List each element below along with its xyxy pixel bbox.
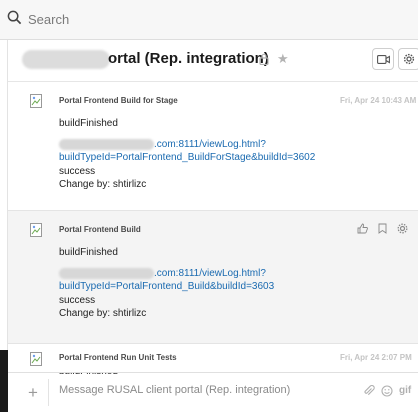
message-sender[interactable]: Portal Frontend Run Unit Tests [59,353,177,362]
message-item: Portal Frontend Build for Stage Fri, Apr… [8,82,418,210]
broken-image-icon [30,352,42,366]
redacted-region [22,50,110,69]
message-composer: buildFinished + gif [8,372,418,412]
star-icon[interactable]: ★ [277,51,289,67]
build-link[interactable]: .com:8111/viewLog.html? [154,139,266,150]
change-author: Change by: shtirlizc [59,179,147,190]
change-author: Change by: shtirlizc [59,308,147,319]
message-event: buildFinished [59,118,118,129]
broken-image-icon [30,94,42,108]
add-attachment-button[interactable]: + [28,384,38,401]
bookmark-icon[interactable] [377,223,388,234]
sidebar-edge-dark [0,350,8,412]
gif-button[interactable]: gif [399,385,411,396]
build-link[interactable]: .com:8111/viewLog.html? [154,268,266,279]
message-input[interactable] [59,384,329,396]
gear-icon [403,53,415,65]
channel-title[interactable]: ortal (Rep. integration) [108,50,269,67]
redacted-region [59,139,154,150]
message-list: Portal Frontend Build for Stage Fri, Apr… [8,82,418,372]
message-event: buildFinished [59,247,118,258]
divider [48,379,49,406]
chat-header: ortal (Rep. integration) ★ [8,40,418,82]
more-icon[interactable] [397,223,408,234]
message-actions [357,223,408,234]
build-status: success [59,166,96,177]
redacted-region [59,268,154,279]
message-sender[interactable]: Portal Frontend Build [59,225,141,234]
broken-image-icon [30,223,42,237]
settings-button[interactable] [398,48,418,70]
emoji-icon[interactable] [381,385,393,397]
build-link[interactable]: buildTypeId=PortalFrontend_BuildForStage… [59,152,315,163]
message-timestamp[interactable]: Fri, Apr 24 10:43 AM [340,96,416,105]
lock-icon [259,53,269,65]
message-item: Portal Frontend Build buildFinished .com… [8,211,418,343]
message-item: Portal Frontend Run Unit Tests Fri, Apr … [8,344,418,372]
message-sender[interactable]: Portal Frontend Build for Stage [59,96,178,105]
thumbs-up-icon[interactable] [357,223,368,234]
build-status: success [59,295,96,306]
search-bar [0,0,418,40]
build-link[interactable]: buildTypeId=PortalFrontend_Build&buildId… [59,281,274,292]
message-timestamp[interactable]: Fri, Apr 24 2:07 PM [340,353,412,362]
sidebar-edge [0,0,8,412]
video-icon [376,54,390,64]
search-icon[interactable] [7,10,22,30]
video-call-button[interactable] [372,48,394,70]
paperclip-icon[interactable] [363,385,375,397]
search-input[interactable] [28,12,328,27]
